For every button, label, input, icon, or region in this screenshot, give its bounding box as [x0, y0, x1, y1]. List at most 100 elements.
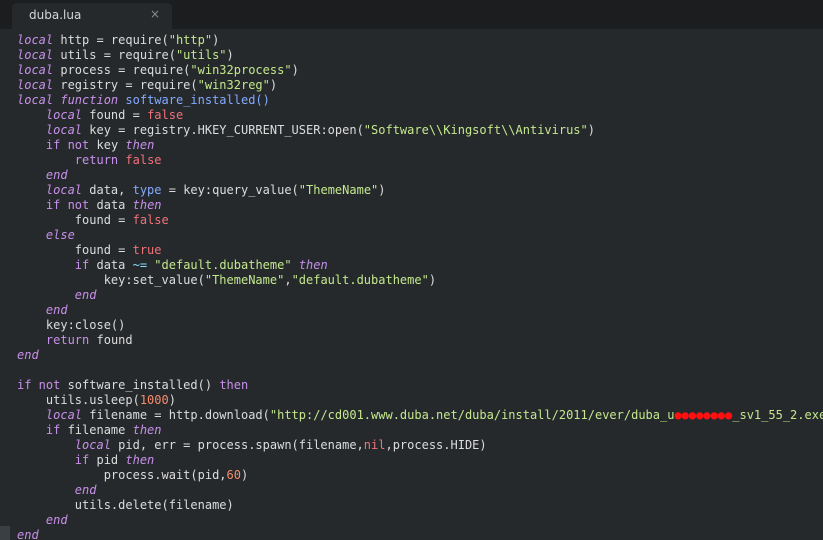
code-token: data, [82, 183, 133, 197]
code-line[interactable]: return found [17, 333, 823, 348]
code-line[interactable]: utils.delete(filename) [17, 498, 823, 513]
code-line[interactable]: local utils = require("utils") [17, 48, 823, 63]
code-line[interactable]: key:close() [17, 318, 823, 333]
code-token: local [17, 33, 54, 47]
code-token: key = registry.HKEY_CURRENT_USER:open( [82, 123, 364, 137]
cursor-line-marker [0, 526, 10, 540]
code-token: "default.dubatheme" [291, 273, 429, 287]
code-line[interactable]: if pid then [17, 453, 823, 468]
code-line[interactable]: local process = require("win32process") [17, 63, 823, 78]
code-token: found = [17, 243, 133, 257]
code-token: then [132, 423, 162, 437]
code-token: if [45, 423, 61, 437]
code-line[interactable]: found = true [17, 243, 823, 258]
code-token: type [132, 183, 162, 197]
code-token: local [45, 183, 83, 197]
code-line[interactable]: local found = false [17, 108, 823, 123]
code-token: end [17, 348, 39, 362]
code-token: pid [89, 453, 126, 467]
code-token: if not [45, 138, 90, 152]
code-token: ,process.HIDE) [385, 438, 487, 452]
code-token: process.wait(pid, [17, 468, 227, 482]
code-token: ) [587, 123, 595, 137]
code-token: ) [269, 78, 278, 92]
code-line[interactable]: local function software_installed() [17, 93, 823, 108]
code-token: _sv1_55_2.exe" [732, 408, 823, 422]
code-line[interactable]: local data, type = key:query_value("Them… [17, 183, 823, 198]
code-line[interactable]: end [17, 528, 823, 540]
code-line[interactable]: if not data then [17, 198, 823, 213]
code-token: key:set_value( [17, 273, 205, 287]
code-line[interactable]: if filename then [17, 423, 823, 438]
code-line[interactable]: if data ~= "default.dubatheme" then [17, 258, 823, 273]
code-token: then [125, 138, 155, 152]
code-token: ~= [132, 258, 148, 272]
code-token: then [219, 378, 249, 392]
code-area[interactable]: local http = require("http") local utils … [0, 30, 823, 540]
code-line[interactable]: key:set_value("ThemeName","default.dubat… [17, 273, 823, 288]
code-line[interactable]: found = false [17, 213, 823, 228]
code-line[interactable]: local key = registry.HKEY_CURRENT_USER:o… [17, 123, 823, 138]
code-token: "ThemeName" [204, 273, 285, 287]
code-line[interactable]: else [17, 228, 823, 243]
editor-window: duba.lua × local http = require("http") l… [0, 0, 823, 540]
code-token: local [17, 48, 54, 62]
code-token: true [132, 243, 162, 257]
code-token: then [125, 453, 155, 467]
code-line[interactable]: end [17, 168, 823, 183]
code-token: utils.delete(filename) [17, 498, 234, 512]
code-editor[interactable]: local http = require("http") local utils … [0, 30, 823, 540]
tab-duba-lua[interactable]: duba.lua × [12, 3, 172, 29]
code-line[interactable]: local filename = http.download("http://c… [17, 408, 823, 423]
code-token: if [74, 453, 90, 467]
code-token: then [132, 198, 162, 212]
code-line[interactable]: end [17, 303, 823, 318]
code-token: filename = http.download( [82, 408, 270, 422]
code-line[interactable]: end [17, 348, 823, 363]
code-line[interactable]: end [17, 513, 823, 528]
code-line[interactable]: local registry = require("win32reg") [17, 78, 823, 93]
code-token: if [74, 258, 90, 272]
code-line[interactable]: end [17, 483, 823, 498]
code-line[interactable] [17, 363, 823, 378]
tab-title: duba.lua [29, 8, 82, 22]
code-line[interactable]: local http = require("http") [17, 33, 823, 48]
code-token: data [89, 258, 133, 272]
code-line[interactable]: return false [17, 153, 823, 168]
code-token: end [45, 513, 68, 527]
redaction-mark: ●●●●●●●● [674, 408, 733, 422]
code-token: "ThemeName" [298, 183, 379, 197]
tab-bar: duba.lua × [0, 0, 823, 29]
code-line[interactable]: local pid, err = process.spawn(filename,… [17, 438, 823, 453]
code-token: nil [363, 438, 386, 452]
code-token: end [74, 288, 97, 302]
code-token: local [74, 438, 111, 452]
code-token: , [284, 273, 292, 287]
code-line[interactable]: process.wait(pid,60) [17, 468, 823, 483]
code-token: filename [60, 423, 133, 437]
code-token: ) [168, 393, 176, 407]
code-token: if not [17, 378, 61, 392]
code-token: end [45, 303, 68, 317]
code-token: found [89, 333, 133, 347]
code-line[interactable]: end [17, 288, 823, 303]
code-token: ) [240, 468, 249, 482]
code-token: ) [291, 63, 299, 77]
code-line[interactable]: if not software_installed() then [17, 378, 823, 393]
code-token: false [125, 153, 162, 167]
code-token: process = require( [53, 63, 191, 77]
code-line[interactable]: if not key then [17, 138, 823, 153]
code-token: key [89, 138, 126, 152]
code-token: ) [428, 273, 437, 287]
code-token: data [89, 198, 133, 212]
code-line[interactable]: utils.usleep(1000) [17, 393, 823, 408]
code-token: "utils" [175, 48, 227, 62]
close-icon[interactable]: × [150, 7, 160, 21]
